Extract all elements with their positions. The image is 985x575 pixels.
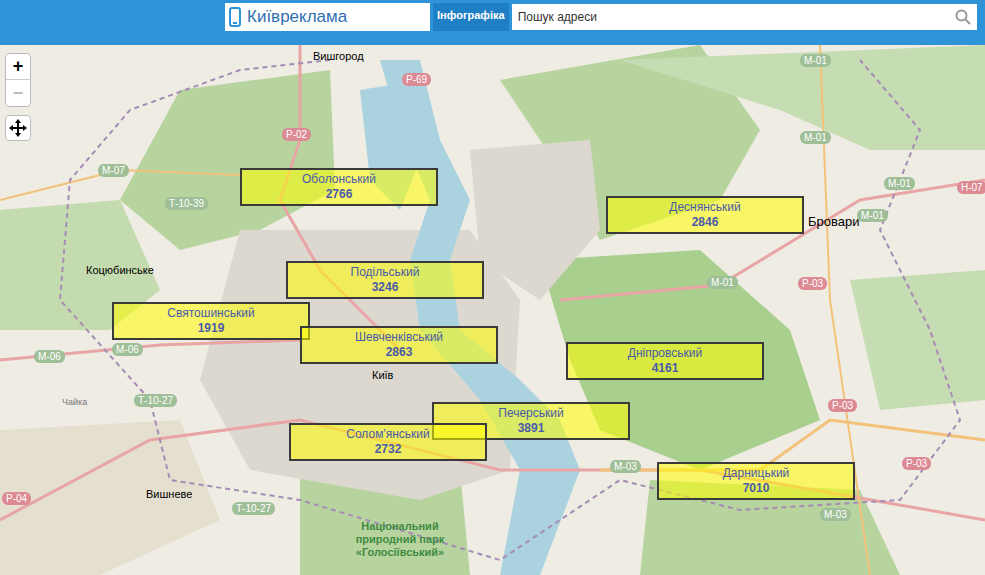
road-badge: М-01 [707,276,738,289]
road-badge: Р-04 [2,492,31,505]
district-name: Деснянський [669,200,740,215]
district-box[interactable]: Деснянський2846 [606,196,804,234]
district-count: 1919 [198,321,225,336]
place-label: Вишневе [146,486,192,503]
road-badge: Н-07 [957,181,985,194]
road-badge: М-01 [857,209,888,222]
district-name: Шевченківський [355,330,443,345]
pan-button[interactable] [5,115,31,141]
search-input[interactable] [518,8,955,26]
road-badge: Р-02 [282,128,311,141]
district-name: Подільський [351,265,420,280]
district-name: Дніпровський [628,346,702,361]
district-count: 4161 [652,361,679,376]
district-count: 2766 [326,187,353,202]
road-badge: М-07 [98,164,129,177]
district-count: 3891 [518,421,545,436]
place-label: Київ [372,367,393,384]
district-count: 2732 [375,442,402,457]
place-label: Вишгород [313,48,364,65]
map[interactable]: Оболонський2766 Деснянський2846 Подільськи… [0,45,985,575]
district-count: 7010 [743,481,770,496]
logo-text[interactable]: Київреклама [247,4,347,30]
phone-icon [229,7,241,27]
road-badge: М-06 [34,350,65,363]
district-name: Оболонський [302,172,376,187]
district-box[interactable]: Солом'янський2732 [289,423,487,461]
place-label: Коцюбинське [86,262,154,279]
place-label: Чайка [62,396,87,410]
move-icon [8,118,28,138]
zoom-in-button[interactable]: + [6,54,30,80]
road-badge: М-01 [884,177,915,190]
district-name: Дарницький [723,466,790,481]
place-label: Національний природний парк «Голосіївськ… [330,520,470,559]
zoom-out-button[interactable]: − [6,80,30,106]
road-badge: М-01 [800,54,831,67]
district-name: Святошинський [167,306,254,321]
road-badge: М-06 [112,343,143,356]
road-badge: Р-03 [798,277,827,290]
logo[interactable]: Київреклама [225,3,430,31]
road-badge: Р-03 [828,399,857,412]
place-label: Бровари [808,212,859,232]
road-badge: М-01 [800,131,831,144]
district-box[interactable]: Оболонський2766 [240,168,438,206]
district-count: 2846 [692,215,719,230]
road-badge: Р-69 [402,73,431,86]
road-badge: М-03 [610,460,641,473]
district-name: Печерський [498,406,563,421]
district-name: Солом'янський [346,427,429,442]
header-bar: Київреклама Інфографіка [0,0,985,45]
district-box[interactable]: Дніпровський4161 [566,342,764,380]
zoom-control: + − [5,53,31,107]
road-badge: Р-03 [902,457,931,470]
road-badge: Т-10-27 [134,394,177,407]
district-box[interactable]: Святошинський1919 [112,302,310,340]
district-box[interactable]: Шевченківський2863 [300,326,498,364]
search-field[interactable] [512,4,977,30]
district-box[interactable]: Подільський3246 [286,261,484,299]
district-box[interactable]: Дарницький7010 [657,462,855,500]
road-badge: Т-10-39 [165,197,208,210]
road-badge: М-03 [820,508,851,521]
search-icon[interactable] [955,9,971,25]
infographic-tab[interactable]: Інфографіка [433,3,509,31]
district-count: 3246 [372,280,399,295]
road-badge: Т-10-27 [232,502,275,515]
district-count: 2863 [386,345,413,360]
